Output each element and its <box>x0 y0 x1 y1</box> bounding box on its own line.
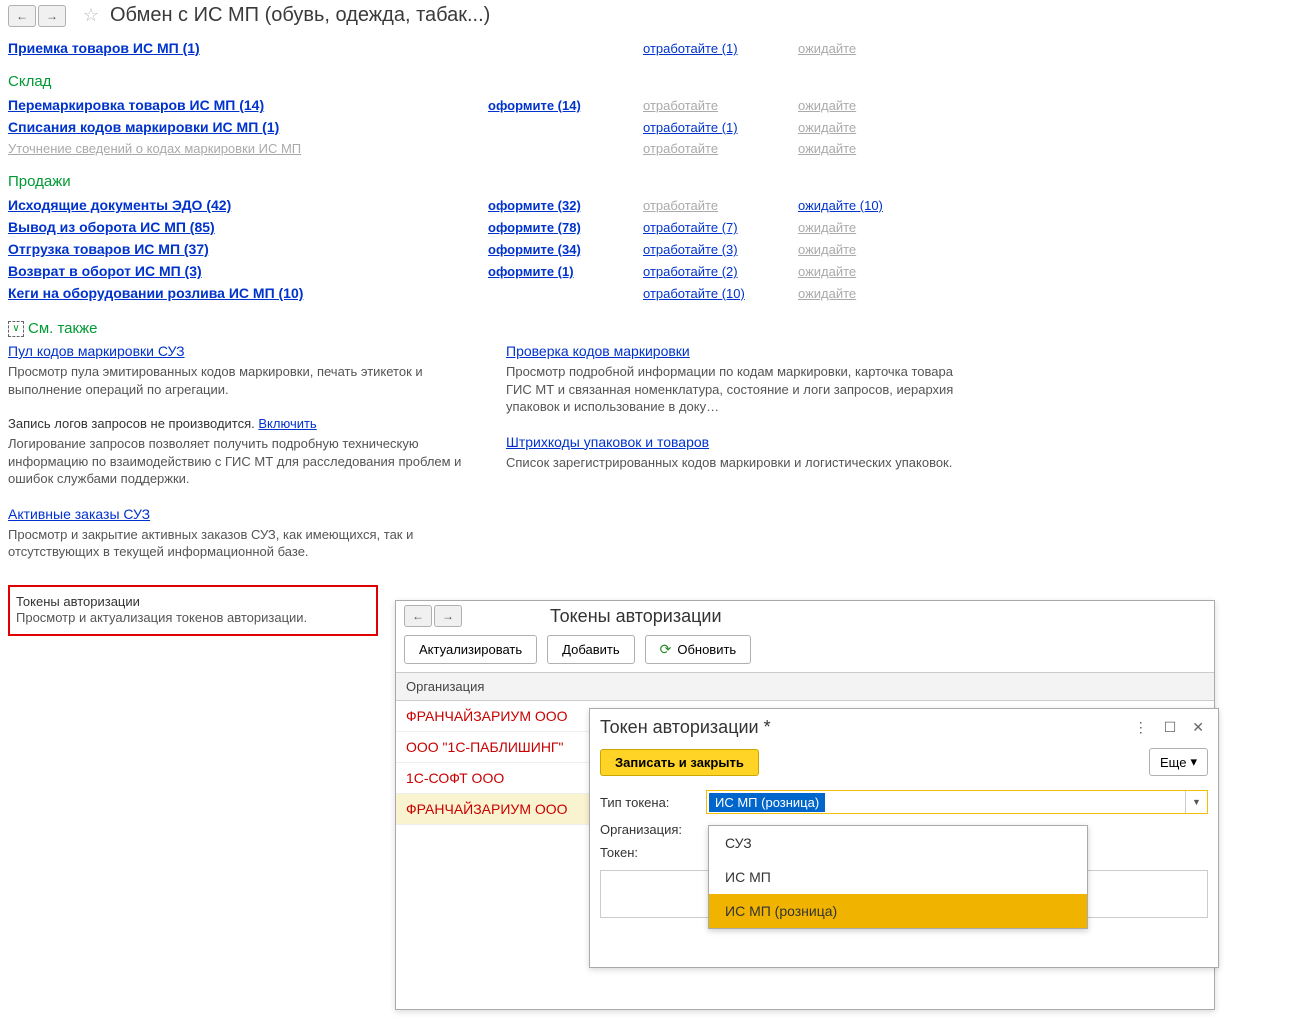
star-icon[interactable]: ☆ <box>80 5 102 27</box>
section-row: Отгрузка товаров ИС МП (37) оформите (34)… <box>8 238 1283 260</box>
see-also-title: См. также <box>28 320 97 337</box>
otrabotayte-link: отработайте <box>643 141 718 156</box>
also-desc: Список зарегистрированных кодов маркиров… <box>506 454 976 472</box>
dropdown-item[interactable]: ИС МП <box>709 860 1087 894</box>
ozhidayte-link: ожидайте <box>798 242 856 257</box>
oformite-link[interactable]: оформите (1) <box>488 264 574 279</box>
priemka-ozhidayte: ожидайте <box>798 41 856 56</box>
otrabotayte-link[interactable]: отработайте (2) <box>643 264 738 279</box>
token-type-value: ИС МП (розница) <box>709 793 825 812</box>
enable-link[interactable]: Включить <box>258 416 316 431</box>
actualize-button[interactable]: Актуализировать <box>404 635 537 664</box>
also-desc: Просмотр подробной информации по кодам м… <box>506 363 976 416</box>
row-priemka: Приемка товаров ИС МП (1) отработайте (1… <box>8 37 1283 59</box>
section-row: Списания кодов маркировки ИС МП (1) отраб… <box>8 116 1283 138</box>
token-type-combo[interactable]: ИС МП (розница) ▼ <box>706 790 1208 814</box>
label-organization: Организация: <box>600 822 698 837</box>
ozhidayte-link[interactable]: ожидайте (10) <box>798 198 883 213</box>
otrabotayte-link[interactable]: отработайте (1) <box>643 120 738 135</box>
main-toolbar: ← → ☆ Обмен с ИС МП (обувь, одежда, таба… <box>0 0 1291 31</box>
ozhidayte-link: ожидайте <box>798 220 856 235</box>
label-token: Токен: <box>600 845 698 860</box>
maximize-icon[interactable]: ☐ <box>1160 717 1181 738</box>
row-main-link[interactable]: Кеги на оборудовании розлива ИС МП (10) <box>8 285 303 301</box>
kebab-icon[interactable]: ⋮ <box>1130 717 1152 738</box>
also-item: Токены авторизацииПросмотр и актуализаци… <box>8 585 378 637</box>
main-exchange-panel: ← → ☆ Обмен с ИС МП (обувь, одежда, таба… <box>0 0 1291 642</box>
link-priemka[interactable]: Приемка товаров ИС МП (1) <box>8 40 200 56</box>
save-close-button[interactable]: Записать и закрыть <box>600 749 759 776</box>
row-main-link[interactable]: Перемаркировка товаров ИС МП (14) <box>8 97 264 113</box>
more-label: Еще <box>1160 755 1186 770</box>
row-main-link: Уточнение сведений о кодах маркировки ИС… <box>8 141 301 156</box>
ozhidayte-link: ожидайте <box>798 264 856 279</box>
section-row: Перемаркировка товаров ИС МП (14) оформит… <box>8 94 1283 116</box>
ozhidayte-link: ожидайте <box>798 141 856 156</box>
also-item: Активные заказы СУЗ Просмотр и закрытие а… <box>8 506 478 561</box>
refresh-label: Обновить <box>677 642 736 657</box>
also-link[interactable]: Штрихкоды упаковок и товаров <box>506 434 709 450</box>
section-row: Вывод из оборота ИС МП (85) оформите (78)… <box>8 216 1283 238</box>
dropdown-item[interactable]: СУЗ <box>709 826 1087 860</box>
also-text: Запись логов запросов не производится. <box>8 416 258 431</box>
also-link[interactable]: Активные заказы СУЗ <box>8 506 150 522</box>
expand-toggle-icon[interactable]: ∨ <box>8 321 24 337</box>
section-prodazhi-title: Продажи <box>8 173 1283 190</box>
ozhidayte-link: ожидайте <box>798 120 856 135</box>
tokens-forward-button[interactable]: → <box>434 605 462 627</box>
also-desc: Просмотр и закрытие активных заказов СУЗ… <box>8 526 478 561</box>
refresh-button[interactable]: ⟳ Обновить <box>645 635 752 664</box>
dropdown-item[interactable]: ИС МП (розница) <box>709 894 1087 928</box>
otrabotayte-link: отработайте <box>643 98 718 113</box>
label-token-type: Тип токена: <box>600 795 698 810</box>
ozhidayte-link: ожидайте <box>798 286 856 301</box>
forward-button[interactable]: → <box>38 5 66 27</box>
chevron-down-icon[interactable]: ▼ <box>1185 791 1207 813</box>
ozhidayte-link: ожидайте <box>798 98 856 113</box>
back-button[interactable]: ← <box>8 5 36 27</box>
section-row: Исходящие документы ЭДО (42) оформите (32… <box>8 194 1283 216</box>
also-item: Пул кодов маркировки СУЗ Просмотр пула эм… <box>8 343 478 398</box>
add-button[interactable]: Добавить <box>547 635 634 664</box>
chevron-down-icon: ▾ <box>1190 754 1197 770</box>
otrabotayte-link: отработайте <box>643 198 718 213</box>
page-title: Обмен с ИС МП (обувь, одежда, табак...) <box>110 4 490 27</box>
column-organization: Организация <box>406 679 484 694</box>
row-main-link[interactable]: Вывод из оборота ИС МП (85) <box>8 219 215 235</box>
also-desc: Просмотр и актуализация токенов авториза… <box>16 609 368 627</box>
section-sklad-title: Склад <box>8 73 1283 90</box>
table-header: Организация <box>396 672 1214 701</box>
refresh-icon: ⟳ <box>660 641 672 658</box>
also-item: Запись логов запросов не производится. В… <box>8 416 478 488</box>
otrabotayte-link[interactable]: отработайте (10) <box>643 286 745 301</box>
also-link[interactable]: Проверка кодов маркировки <box>506 343 690 359</box>
also-link[interactable]: Пул кодов маркировки СУЗ <box>8 343 185 359</box>
also-desc: Просмотр пула эмитированных кодов маркир… <box>8 363 478 398</box>
row-main-link[interactable]: Списания кодов маркировки ИС МП (1) <box>8 119 279 135</box>
oformite-link[interactable]: оформите (78) <box>488 220 581 235</box>
also-item: Штрихкоды упаковок и товаров Список зарег… <box>506 434 976 472</box>
close-icon[interactable]: ✕ <box>1188 717 1208 738</box>
row-main-link[interactable]: Исходящие документы ЭДО (42) <box>8 197 231 213</box>
row-main-link[interactable]: Возврат в оборот ИС МП (3) <box>8 263 202 279</box>
more-button[interactable]: Еще ▾ <box>1149 748 1208 776</box>
otrabotayte-link[interactable]: отработайте (7) <box>643 220 738 235</box>
tokens-window-title: Токены авторизации <box>550 606 722 627</box>
oformite-link[interactable]: оформите (32) <box>488 198 581 213</box>
oformite-link[interactable]: оформите (14) <box>488 98 581 113</box>
token-detail-title: Токен авторизации * <box>600 717 1120 738</box>
token-type-dropdown: СУЗИС МПИС МП (розница) <box>708 825 1088 929</box>
section-row: Уточнение сведений о кодах маркировки ИС… <box>8 138 1283 159</box>
section-row: Кеги на оборудовании розлива ИС МП (10) о… <box>8 282 1283 304</box>
row-main-link[interactable]: Отгрузка товаров ИС МП (37) <box>8 241 209 257</box>
also-desc: Логирование запросов позволяет получить … <box>8 435 478 488</box>
oformite-link[interactable]: оформите (34) <box>488 242 581 257</box>
link-priemka-otrabotayte[interactable]: отработайте (1) <box>643 41 738 56</box>
otrabotayte-link[interactable]: отработайте (3) <box>643 242 738 257</box>
section-row: Возврат в оборот ИС МП (3) оформите (1) от… <box>8 260 1283 282</box>
also-item: Проверка кодов маркировки Просмотр подроб… <box>506 343 976 416</box>
tokens-back-button[interactable]: ← <box>404 605 432 627</box>
also-link[interactable]: Токены авторизации <box>16 594 140 609</box>
